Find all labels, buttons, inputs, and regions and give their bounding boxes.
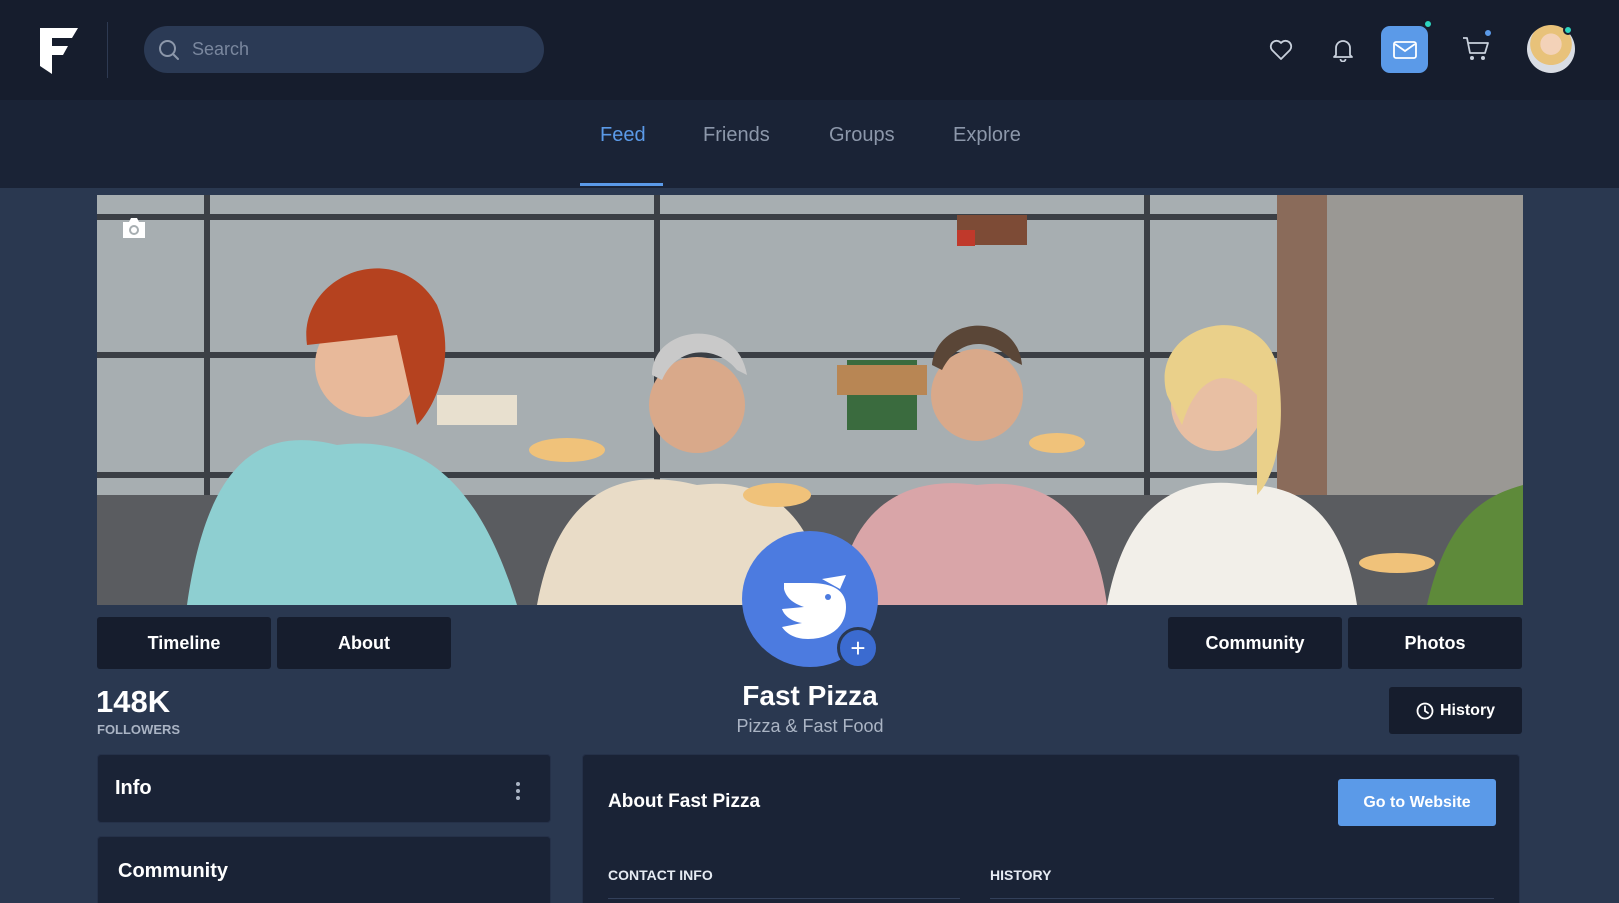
cart-button[interactable]	[1462, 36, 1490, 62]
active-tab-indicator	[580, 183, 663, 186]
search-bar[interactable]	[144, 26, 544, 73]
info-panel	[97, 754, 551, 823]
cart-icon	[1463, 37, 1489, 60]
avatar-status-dot	[1563, 25, 1573, 35]
photos-button[interactable]: Photos	[1348, 617, 1522, 669]
page-category: Pizza & Fast Food	[736, 716, 884, 736]
history-button-label: History	[1439, 701, 1496, 719]
page-title: Fast Pizza	[742, 680, 878, 711]
logo-icon[interactable]	[38, 26, 80, 76]
followers-count: 148K	[96, 684, 171, 719]
followers-label: FOLLOWERS	[97, 722, 181, 737]
messages-button[interactable]	[1381, 26, 1428, 73]
about-button[interactable]: About	[277, 617, 451, 669]
search-input[interactable]	[192, 39, 532, 60]
heart-icon	[1269, 39, 1293, 60]
plus-icon: +	[850, 632, 866, 663]
history-button[interactable]: History	[1389, 687, 1522, 734]
more-options-icon[interactable]	[512, 779, 524, 803]
camera-icon[interactable]	[120, 216, 148, 240]
header-divider	[107, 22, 108, 78]
cart-status-dot	[1483, 28, 1493, 38]
tab-feed[interactable]: Feed	[600, 124, 646, 147]
messages-status-dot	[1423, 19, 1433, 29]
timeline-button[interactable]: Timeline	[97, 617, 271, 669]
bell-icon	[1333, 40, 1353, 62]
clock-icon	[1416, 702, 1434, 719]
tab-explore[interactable]: Explore	[953, 124, 1021, 147]
mail-icon	[1392, 40, 1417, 59]
info-title: Info	[115, 777, 152, 799]
top-bar	[0, 0, 1619, 100]
add-photo-button[interactable]: +	[837, 627, 879, 669]
tab-groups[interactable]: Groups	[829, 124, 895, 147]
history-heading: HISTORY	[990, 867, 1052, 883]
favorites-button[interactable]	[1268, 37, 1294, 63]
about-title: About Fast Pizza	[608, 791, 761, 812]
main-nav: Feed Friends Groups Explore	[0, 100, 1619, 188]
notifications-button[interactable]	[1330, 36, 1356, 64]
history-divider	[990, 898, 1494, 899]
go-to-website-button[interactable]: Go to Website	[1338, 779, 1496, 826]
contact-info-heading: CONTACT INFO	[608, 867, 713, 883]
community-title: Community	[118, 860, 228, 882]
community-button[interactable]: Community	[1168, 617, 1342, 669]
contact-divider	[608, 898, 960, 899]
tab-friends[interactable]: Friends	[703, 124, 770, 147]
search-icon	[159, 39, 179, 60]
